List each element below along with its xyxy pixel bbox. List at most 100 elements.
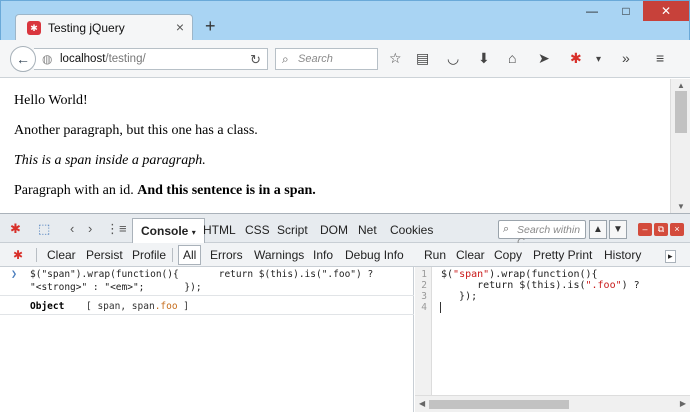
history-button[interactable]: History [604,248,641,262]
code-token: ) ? [621,280,640,291]
console-result-row[interactable]: Object [ span, span.foo ] [0,295,414,315]
url-text: localhost/testing/ [60,53,146,65]
paragraph-span: This is a span inside a paragraph. [14,153,206,168]
expand-right-icon[interactable]: ▸ [665,250,676,263]
share-icon[interactable]: ➤ [538,50,550,66]
filter-all[interactable]: All [178,245,202,265]
url-bar[interactable]: ◍ localhost/testing/ ↻ [34,48,268,70]
menu-icon[interactable]: ≡ [656,50,664,66]
scroll-left-icon[interactable]: ◀ [419,399,425,408]
firebug-search-input[interactable]: ⌕ Search within C [498,220,586,248]
code-line-1: $("span").wrap(function(){ [441,269,598,280]
code-line-2: return $(this).is(".foo") ? [441,280,640,291]
navigation-toolbar: ◍ localhost/testing/ ↻ ← ⌕ Search ☆ ▤ ◡ … [0,40,690,78]
toolbar-separator [36,248,37,262]
inspect-icon[interactable]: ⬚ [38,222,50,236]
scroll-up-icon[interactable]: ▲ [677,81,685,90]
text-caret [440,302,441,313]
tab-console-label: Console [141,224,189,238]
globe-icon: ◍ [42,52,53,66]
result-close-bracket: ] [177,301,190,312]
paragraph-class: Another paragraph, but this one has a cl… [14,123,258,138]
tab-title: Testing jQuery [48,21,125,35]
back-nav-icon[interactable]: ‹ [70,222,74,236]
forward-nav-icon[interactable]: › [88,222,92,236]
filter-warnings[interactable]: Warnings [254,248,304,262]
editor-clear-button[interactable]: Clear [456,248,485,262]
new-tab-button[interactable]: + [205,17,216,35]
command-editor[interactable]: 1 2 3 4 $("span").wrap(function(){ retur… [415,267,690,412]
paragraph-id-bold-span: And this sentence is in a span. [137,183,316,198]
firebug-menu-icon[interactable]: ✱ [10,222,21,236]
reload-icon[interactable]: ↻ [250,52,261,68]
run-button[interactable]: Run [424,248,446,262]
search-next-button[interactable]: ▼ [609,220,627,239]
firebug-close-button[interactable]: × [670,223,684,236]
search-input[interactable]: ⌕ Search [275,48,378,70]
toolbar-separator [172,248,173,262]
result-open-bracket: [ [86,301,98,312]
maximize-button[interactable]: □ [609,1,643,21]
code-string: "span" [453,269,490,280]
page-scroll-thumb[interactable] [675,91,687,133]
code-token: return $(this).is( [441,280,586,291]
back-button[interactable]: ← [10,46,36,72]
filter-errors[interactable]: Errors [210,248,243,262]
line-number: 3 [421,291,427,302]
window-controls: — □ ✕ [575,1,689,23]
tab-dom[interactable]: DOM [320,223,348,237]
result-items: [ span, span.foo ] [86,301,189,312]
editor-scroll-thumb[interactable] [429,400,569,409]
editor-horizontal-scrollbar[interactable]: ◀ ▶ [415,395,690,412]
minimize-button[interactable]: — [575,1,609,21]
command-line-1: $("span").wrap(function(){ return $(this… [30,269,374,280]
tab-css[interactable]: CSS [245,223,270,237]
scroll-right-icon[interactable]: ▶ [680,399,686,408]
clear-button[interactable]: Clear [47,248,76,262]
pocket-icon[interactable]: ◡ [447,50,459,66]
reading-list-icon[interactable]: ▤ [416,50,429,66]
prompt-caret-icon: ❯ [11,269,18,280]
result-type-label: Object [30,301,65,312]
firebug-favicon-icon: ✱ [27,21,41,35]
tab-html[interactable]: HTML [203,223,236,237]
tab-close-icon[interactable]: × [176,19,184,35]
filter-info[interactable]: Info [313,248,333,262]
profile-button[interactable]: Profile [132,248,166,262]
result-item-span-foo[interactable]: span.foo [132,301,178,312]
firebug-detach-button[interactable]: ⧉ [654,223,668,236]
copy-button[interactable]: Copy [494,248,522,262]
overflow-icon[interactable]: » [622,50,630,66]
persist-button[interactable]: Persist [86,248,123,262]
search-prev-button[interactable]: ▲ [589,220,607,239]
download-icon[interactable]: ⬇ [478,50,490,66]
tab-net[interactable]: Net [358,223,377,237]
line-number: 2 [421,280,427,291]
search-placeholder: Search [298,53,333,65]
console-filter-toolbar: ✱ Clear Persist Profile All Errors Warni… [0,243,690,267]
browser-tab[interactable]: ✱ Testing jQuery × [15,14,193,42]
paragraph-id-text: Paragraph with an id. [14,183,134,198]
home-icon[interactable]: ⌂ [508,50,516,66]
pretty-print-button[interactable]: Pretty Print [533,248,592,262]
firebug-minimize-button[interactable]: – [638,223,652,236]
close-window-button[interactable]: ✕ [643,1,689,21]
result-item-span[interactable]: span [97,301,120,312]
result-item-tag: span [131,301,155,312]
page-scrollbar[interactable]: ▲ ▼ [670,79,690,213]
tab-strip: ✱ Testing jQuery × + — □ ✕ [0,0,690,42]
star-icon[interactable]: ☆ [389,50,402,66]
tab-script[interactable]: Script [277,223,308,237]
tab-cookies[interactable]: Cookies [390,223,433,237]
firebug-icon[interactable]: ✱ [570,50,582,66]
command-line-2: "<strong>" : "<em>"; }); [30,282,202,293]
filter-debug-info[interactable]: Debug Info [345,248,404,262]
code-token: $( [441,269,454,280]
dropdown-icon[interactable]: ▾ [596,52,601,68]
tab-console[interactable]: Console ▾ [132,218,205,244]
console-settings-icon[interactable]: ✱ [13,248,23,262]
command-line-icon[interactable]: ⋮≡ [106,222,127,236]
console-log: ❯ $("span").wrap(function(){ return $(th… [0,267,414,412]
back-arrow-icon: ← [16,51,30,67]
scroll-down-icon[interactable]: ▼ [677,202,685,211]
